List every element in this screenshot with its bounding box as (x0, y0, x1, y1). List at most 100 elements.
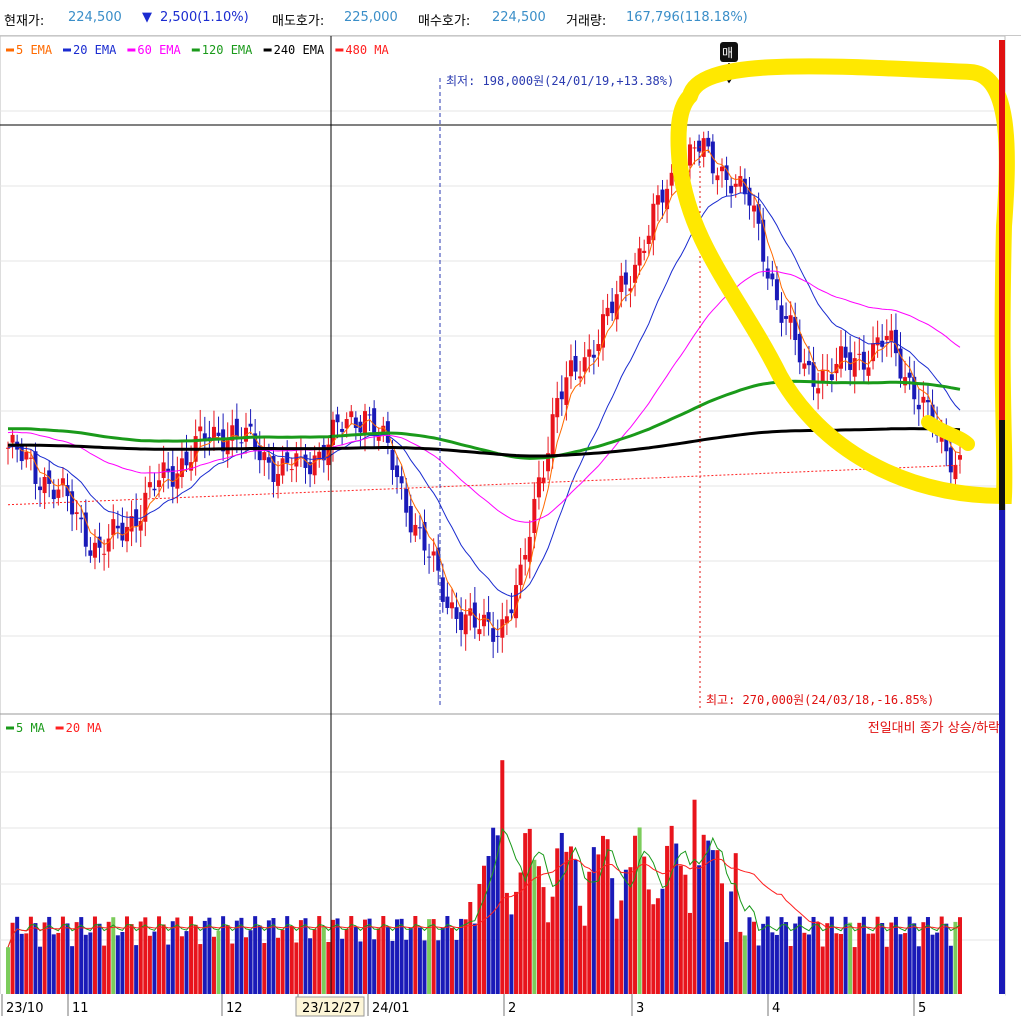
volume-bar (724, 942, 729, 994)
legend-label: 240 EMA (274, 43, 325, 57)
volume-bar (710, 850, 715, 994)
volume-bar (843, 916, 848, 994)
volume-bar (106, 921, 111, 994)
volume-bar (770, 932, 775, 994)
candle-body (706, 137, 711, 147)
volume-bar (280, 929, 285, 994)
change-value: 2,500(1.10%) (160, 10, 249, 25)
candle-body (788, 315, 793, 323)
volume-bar (514, 891, 519, 994)
candle-body (482, 614, 486, 627)
candle-body (102, 553, 107, 555)
candle-body (564, 377, 569, 405)
candle-body (637, 248, 642, 266)
volume-bar (546, 922, 551, 994)
candle-body (472, 602, 477, 628)
volume-bar (527, 828, 532, 994)
candle-body (532, 498, 537, 534)
volume-bar (193, 924, 198, 994)
candle-body (42, 476, 47, 494)
candle-body (861, 351, 866, 370)
x-tick-label: 11 (72, 1001, 89, 1016)
candle-body (335, 414, 340, 423)
volume-bar (948, 945, 953, 994)
volume-bar (152, 931, 157, 994)
candle-body (912, 376, 917, 400)
scale-bar-down (999, 510, 1005, 994)
volume-note: 전일대비 종가 상승/하락 (868, 721, 1000, 736)
candle-body (413, 524, 418, 536)
candle-body (38, 486, 43, 491)
candle-body (477, 629, 482, 635)
candle-body (619, 275, 624, 292)
volume-bar (582, 925, 587, 994)
volume-bar (555, 848, 560, 994)
volume-bar (848, 922, 853, 994)
volume-bar (97, 923, 102, 994)
volume-bar (321, 926, 326, 994)
volume-bar (944, 923, 949, 994)
candle-body (582, 357, 587, 372)
volume-bar (385, 927, 390, 994)
candle-body (175, 473, 180, 489)
candle-body (79, 517, 84, 520)
volume-bar (852, 947, 857, 994)
volume-bar (449, 927, 454, 994)
legend-label: 120 EMA (202, 43, 253, 57)
candle-body (500, 619, 505, 638)
candle-body (578, 376, 583, 379)
candle-body (349, 411, 354, 418)
volume-bar (115, 935, 120, 994)
candle-body (372, 408, 377, 436)
candle-body (495, 635, 500, 637)
volume-bar (559, 832, 564, 994)
volume-bar (358, 941, 363, 994)
volume-bar (591, 847, 596, 994)
bid-label: 매수호가: (418, 14, 471, 29)
volume-bar (404, 939, 409, 994)
candle-body (907, 372, 912, 378)
candle-body (440, 577, 445, 602)
volume-bar (738, 931, 743, 994)
candle-body (280, 458, 285, 476)
volume-bar (486, 856, 491, 994)
x-tick-label: 24/01 (372, 1001, 409, 1016)
volume-bar (715, 850, 720, 994)
candle-body (738, 176, 743, 187)
candle-body (276, 473, 281, 486)
candle-body (239, 442, 244, 444)
volume-bar (454, 939, 459, 994)
volume-bar (871, 933, 876, 994)
volume-value: 167,796(118.18%) (626, 10, 748, 25)
volume-bar (459, 918, 464, 994)
volume-bar (820, 946, 825, 994)
volume-bar (33, 923, 38, 994)
volume-bar (211, 936, 216, 994)
bid-value: 224,500 (492, 10, 546, 25)
volume-bar (541, 887, 546, 994)
candle-body (953, 464, 958, 480)
scale-bar-mid (999, 420, 1005, 510)
volume-bar (829, 916, 834, 994)
candle-body (761, 219, 766, 262)
x-axis-band (0, 994, 1005, 1017)
volume-bar (298, 920, 303, 994)
x-tick-label: 5 (918, 1001, 926, 1016)
candle-body (550, 414, 555, 456)
volume-bar (578, 905, 583, 994)
volume-bar (623, 869, 628, 994)
candle-body (948, 447, 953, 473)
volume-bar (921, 922, 926, 994)
volume-bar (427, 919, 432, 994)
candle-body (262, 452, 267, 461)
candle-body (646, 235, 651, 244)
volume-bar (605, 839, 610, 994)
volume-bar (230, 943, 235, 994)
volume-bar (839, 933, 843, 994)
volume-bar (111, 917, 116, 994)
volume-bar (74, 922, 79, 994)
candle-body (623, 272, 628, 285)
volume-bar (216, 930, 221, 994)
candle-body (390, 449, 395, 470)
stock-chart[interactable]: 23/10 11 12 23/12/27 24/01 2 3 4 5 최저: 198,000원(2… (0, 36, 1021, 1017)
